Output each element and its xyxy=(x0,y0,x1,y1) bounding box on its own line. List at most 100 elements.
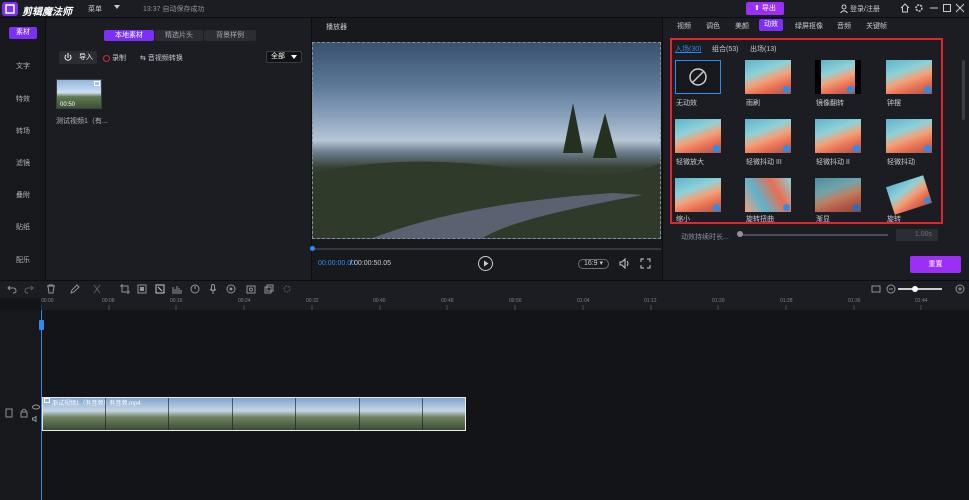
clip-frame-divider xyxy=(359,398,360,430)
zoom-in-icon[interactable] xyxy=(955,284,965,294)
left-nav xyxy=(0,18,46,280)
chevron-down-icon[interactable] xyxy=(114,5,120,10)
speed-icon[interactable] xyxy=(190,284,200,294)
volume-icon[interactable] xyxy=(619,258,631,269)
ruler-tick-label: 00:40 xyxy=(373,298,386,304)
edit-icon[interactable] xyxy=(70,284,80,294)
tab-chroma-key[interactable]: 绿屏抠像 xyxy=(795,21,823,31)
playback-progress-handle[interactable] xyxy=(310,246,315,251)
subtab-entrance[interactable]: 入场(30) xyxy=(675,44,701,54)
login-link[interactable]: 登录/注册 xyxy=(850,4,880,14)
playhead-handle[interactable] xyxy=(39,320,44,330)
nav-item-music[interactable]: 配乐 xyxy=(0,255,46,265)
mosaic-icon[interactable] xyxy=(137,284,147,294)
timeline-clip-name: 测试视频1（有音频）有音频.mp4 xyxy=(52,401,141,407)
convert-button[interactable]: ⇆ 音视频转换 xyxy=(140,53,183,63)
clip-duration: 00:50 xyxy=(60,102,76,108)
playhead-line[interactable] xyxy=(41,310,42,500)
nav-item-filters[interactable]: 滤镜 xyxy=(0,158,46,168)
track-video-icon xyxy=(5,408,13,418)
record-screen-icon[interactable] xyxy=(226,284,236,294)
effect-label: 轻微放大 xyxy=(676,159,704,166)
screenshot-icon[interactable] xyxy=(246,284,256,294)
tab-audio[interactable]: 音频 xyxy=(837,21,851,31)
split-icon[interactable] xyxy=(92,284,102,294)
ruler-tick-label: 00:32 xyxy=(306,298,319,304)
playback-progress-track[interactable] xyxy=(312,248,661,250)
effect-thumbnail[interactable] xyxy=(675,178,721,212)
microphone-icon[interactable] xyxy=(208,284,218,294)
audio-wave-icon[interactable] xyxy=(172,284,182,294)
aspect-ratio-select[interactable]: 16:9 ▾ xyxy=(578,259,609,269)
effect-thumbnail[interactable] xyxy=(745,60,791,94)
media-filter-select[interactable]: 全部 xyxy=(266,51,302,63)
record-icon xyxy=(103,54,110,62)
crop-icon[interactable] xyxy=(120,284,130,294)
clip-frame-divider xyxy=(232,398,233,430)
effect-duration-handle[interactable] xyxy=(737,231,743,237)
effect-label: 旋转扭曲 xyxy=(746,216,774,223)
effect-thumbnail[interactable] xyxy=(815,178,861,212)
effect-thumbnail[interactable] xyxy=(886,119,932,153)
tab-video[interactable]: 视频 xyxy=(677,21,691,31)
export-button[interactable]: ⬆ 导出 xyxy=(746,2,784,15)
tab-keyframe[interactable]: 关键帧 xyxy=(866,21,887,31)
fit-timeline-icon[interactable] xyxy=(871,284,881,294)
effect-thumbnail[interactable] xyxy=(745,119,791,153)
record-button[interactable]: 录制 xyxy=(103,53,126,63)
ruler-tick-label: 01:44 xyxy=(915,298,928,304)
import-button[interactable]: 导入 xyxy=(59,51,97,64)
tab-motion[interactable]: 动效 xyxy=(759,19,783,31)
effect-thumbnail[interactable] xyxy=(745,178,791,212)
lock-icon[interactable] xyxy=(20,408,28,418)
layers-icon[interactable] xyxy=(264,284,274,294)
settings-icon[interactable] xyxy=(914,3,926,15)
play-button[interactable] xyxy=(478,256,493,271)
effect-thumbnail[interactable] xyxy=(815,119,861,153)
minimize-icon[interactable] xyxy=(929,3,941,15)
effect-label: 旋转 xyxy=(887,216,901,223)
effect-thumbnail[interactable] xyxy=(675,119,721,153)
subtab-combo[interactable]: 组合(53) xyxy=(712,44,738,54)
clip-frame-divider xyxy=(295,398,296,430)
nav-item-text[interactable]: 文字 xyxy=(0,61,46,71)
effect-none-thumbnail[interactable] xyxy=(675,60,721,94)
nav-item-transitions[interactable]: 转场 xyxy=(0,126,46,136)
mute-icon[interactable] xyxy=(32,416,40,422)
tab-background-samples[interactable]: 背景样例 xyxy=(204,30,256,41)
redo-icon[interactable] xyxy=(24,284,34,294)
user-icon[interactable] xyxy=(840,4,848,13)
delete-icon[interactable] xyxy=(46,284,56,294)
fullscreen-icon[interactable] xyxy=(640,258,651,269)
effect-duration-value[interactable]: 1.00s xyxy=(896,229,938,241)
menu-button[interactable]: 菜单 xyxy=(88,4,102,14)
nav-item-stickers[interactable]: 贴纸 xyxy=(0,222,46,232)
more-icon[interactable] xyxy=(282,284,292,294)
visibility-icon[interactable] xyxy=(32,404,40,410)
effect-thumbnail[interactable] xyxy=(886,60,932,94)
nav-item-media[interactable]: 素材 xyxy=(9,27,37,39)
close-icon[interactable] xyxy=(955,3,967,15)
effect-duration-slider[interactable] xyxy=(740,234,888,236)
download-icon xyxy=(713,145,720,152)
tab-local-media[interactable]: 本地素材 xyxy=(104,30,154,41)
zoom-slider[interactable] xyxy=(898,288,942,290)
effects-scrollbar[interactable] xyxy=(962,60,965,120)
maximize-icon[interactable] xyxy=(942,3,954,15)
home-icon[interactable] xyxy=(900,3,912,15)
tab-color[interactable]: 调色 xyxy=(706,21,720,31)
undo-icon[interactable] xyxy=(7,284,17,294)
nav-item-overlay[interactable]: 叠附 xyxy=(0,190,46,200)
subtab-exit[interactable]: 出场(13) xyxy=(750,44,776,54)
video-preview[interactable] xyxy=(312,42,661,239)
reset-button[interactable]: 重置 xyxy=(910,256,961,273)
zoom-out-icon[interactable] xyxy=(886,284,896,294)
tab-intro-clips[interactable]: 精选片头 xyxy=(155,30,203,41)
freeze-frame-icon[interactable] xyxy=(155,284,165,294)
effect-thumbnail[interactable] xyxy=(815,60,861,94)
tab-beauty[interactable]: 美颜 xyxy=(735,21,749,31)
nav-item-effects[interactable]: 特效 xyxy=(0,94,46,104)
download-icon xyxy=(783,86,790,93)
zoom-slider-handle[interactable] xyxy=(912,286,918,292)
download-icon xyxy=(713,204,720,211)
